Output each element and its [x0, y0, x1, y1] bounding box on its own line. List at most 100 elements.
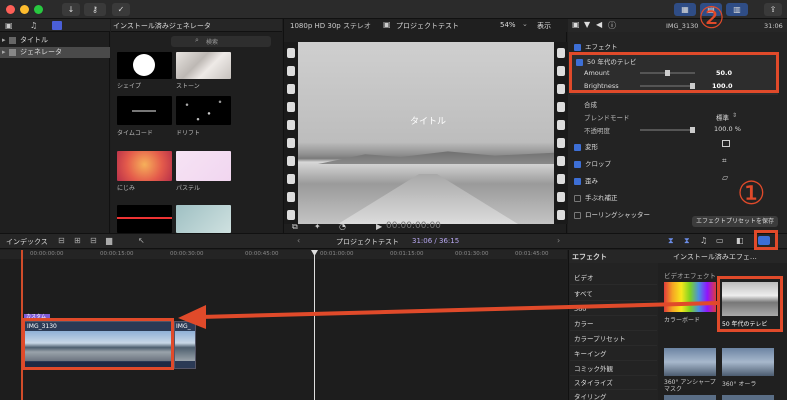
minimize-window-button[interactable]: [20, 5, 29, 14]
rolling-shutter-section[interactable]: ローリングシャッター: [570, 209, 650, 219]
import-button[interactable]: ↓: [62, 3, 80, 16]
category-video[interactable]: ビデオ: [570, 271, 657, 285]
category-keying[interactable]: キーイング: [570, 347, 657, 361]
search-field[interactable]: ⌕ 検索: [171, 36, 271, 47]
info-icon[interactable]: ⓘ: [608, 20, 616, 31]
stabilization-section[interactable]: 手ぶれ補正: [570, 192, 618, 202]
search-placeholder: 検索: [206, 39, 219, 46]
timeline-toolbar: インデックス ⊟ ⊞ ⊟ ▆ ↖ ‹ プロジェクトテスト 31:06 / 36:…: [0, 233, 787, 249]
distort-section[interactable]: 歪み: [570, 175, 598, 185]
append-clip-icon[interactable]: ⊟: [90, 236, 97, 245]
save-effect-preset-button[interactable]: エフェクトプリセットを保存: [692, 216, 779, 227]
thumb-drift[interactable]: [176, 96, 231, 125]
close-window-button[interactable]: [6, 5, 15, 14]
composite-header: 合成: [584, 101, 597, 109]
checkbox-icon[interactable]: [574, 143, 581, 151]
opacity-slider[interactable]: [640, 127, 695, 133]
viewer-project-name: プロジェクトテスト: [396, 22, 459, 30]
transform-section[interactable]: 変形: [570, 141, 598, 151]
slider-knob[interactable]: [690, 127, 695, 133]
insert-clip-icon[interactable]: ⊞: [74, 236, 81, 245]
thumb-more[interactable]: [722, 395, 774, 400]
thumb-more[interactable]: [664, 395, 716, 400]
circle-shape: [133, 54, 155, 76]
library-layout-button[interactable]: ▦: [674, 3, 696, 16]
clip-appearance-icon[interactable]: ▭: [716, 236, 724, 245]
magic-wand-icon[interactable]: ✦: [314, 222, 321, 231]
overwrite-clip-icon[interactable]: ▆: [106, 236, 112, 245]
thumb-label: ドリフト: [176, 130, 201, 137]
transform-tool-icon[interactable]: [722, 140, 730, 147]
distort-tool-icon[interactable]: ▱: [722, 173, 728, 182]
blend-mode-select[interactable]: 標準: [716, 112, 729, 122]
browser-title[interactable]: インストール済みジェネレータ: [113, 21, 211, 31]
thumb-line[interactable]: [117, 205, 172, 233]
viewer-controls: ⧉ ✦ ◔ ▶ 00:00:00:00: [284, 221, 568, 233]
audio-icon[interactable]: ◀: [596, 20, 602, 29]
skimming-icon[interactable]: ⧗: [668, 236, 674, 246]
play-icon[interactable]: ▶: [376, 222, 382, 231]
red-line: [117, 217, 172, 219]
transitions-icon[interactable]: ◧: [736, 236, 744, 245]
category-stylize[interactable]: スタイライズ: [570, 376, 657, 390]
inspector-layout-icon: ▥: [733, 5, 741, 14]
film-icon[interactable]: ▣: [5, 21, 13, 30]
forward-arrow-icon[interactable]: ›: [557, 236, 560, 245]
video-frame[interactable]: タイトル: [298, 42, 554, 224]
inspector-layout-button[interactable]: ▥: [726, 3, 748, 16]
checkbox-icon[interactable]: [574, 177, 581, 185]
share-button[interactable]: ⇪: [764, 3, 782, 16]
timeline-project-name[interactable]: プロジェクトテスト: [336, 237, 399, 247]
connect-clip-icon[interactable]: ⊟: [58, 236, 65, 245]
thumb-timecode[interactable]: [117, 96, 172, 125]
annotation-box-effects-button: [754, 230, 778, 250]
speed-icon[interactable]: ◔: [339, 222, 346, 231]
thumb-aqua[interactable]: [176, 205, 231, 233]
thumb-bleed[interactable]: [117, 151, 172, 181]
keywords-button[interactable]: ⚷: [84, 3, 106, 16]
disclosure-triangle-icon[interactable]: ▸: [2, 47, 6, 58]
thumb-stone[interactable]: [176, 52, 231, 79]
sidebar-item-generators[interactable]: ▸ ジェネレータ: [0, 47, 110, 58]
video-inspector-icon[interactable]: ▣: [572, 20, 580, 29]
background-tasks-button[interactable]: ✓: [112, 3, 130, 16]
filter-icon[interactable]: ▼: [584, 20, 590, 29]
thumb-360-glow[interactable]: [722, 348, 774, 376]
thumb-360-unsharp[interactable]: [664, 348, 716, 376]
effects-section[interactable]: エフェクト: [570, 41, 618, 51]
headphones-icon[interactable]: ♫: [700, 236, 707, 245]
crop-section[interactable]: クロップ: [570, 158, 611, 168]
zoom-menu[interactable]: 54%: [500, 21, 516, 29]
sidebar-item-label: ジェネレータ: [20, 48, 62, 56]
title-overlay[interactable]: タイトル: [410, 114, 446, 127]
back-arrow-icon[interactable]: ‹: [297, 236, 300, 245]
titles-generators-icon[interactable]: [52, 21, 62, 30]
checkbox-icon[interactable]: [574, 211, 581, 219]
ruler-tick: 00:01:00:00: [320, 251, 354, 257]
video-effects-section: ビデオエフェクト: [664, 272, 716, 280]
checkbox-icon[interactable]: [574, 160, 581, 168]
transform-icon[interactable]: ⧉: [292, 222, 298, 232]
viewer-format: 1080p HD 30p ステレオ: [290, 22, 371, 30]
thumb-shape[interactable]: [117, 52, 172, 79]
category-tiling[interactable]: タイリング: [570, 390, 657, 400]
search-icon: ⌕: [195, 36, 199, 44]
opacity-value-group[interactable]: 100.0 %: [714, 125, 741, 133]
audio-skimming-icon[interactable]: ⧗: [684, 236, 690, 246]
thumb-pastel[interactable]: [176, 151, 231, 181]
view-menu[interactable]: 表示: [537, 21, 551, 31]
effects-source-dropdown[interactable]: インストール済みエフェ…: [673, 252, 783, 262]
index-button[interactable]: インデックス: [6, 237, 48, 247]
chevron-down-icon: ⌄: [522, 20, 528, 28]
checkbox-icon[interactable]: [574, 194, 581, 202]
viewer-timecode: 00:00:00:00: [386, 221, 441, 231]
sidebar-item-titles[interactable]: ▸ タイトル: [0, 35, 110, 46]
checkbox-icon[interactable]: [574, 43, 581, 51]
zoom-window-button[interactable]: [34, 5, 43, 14]
select-tool-icon[interactable]: ↖: [138, 236, 145, 245]
annotation-arrow: [178, 301, 719, 329]
crop-tool-icon[interactable]: ⌗: [722, 156, 727, 166]
photos-icon[interactable]: ♫: [30, 21, 37, 30]
category-comic-looks[interactable]: コミック外観: [570, 362, 657, 376]
disclosure-triangle-icon[interactable]: ▸: [2, 35, 6, 46]
